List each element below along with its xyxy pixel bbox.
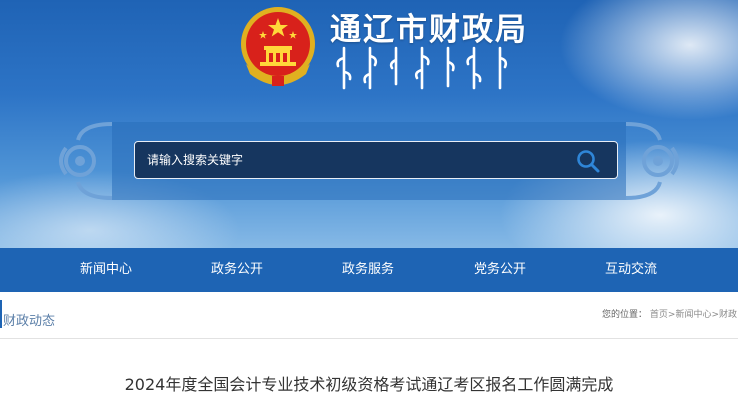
cloud-ornament-right-icon [625, 122, 679, 200]
article-title: 2024年度全国会计专业技术初级资格考试通辽考区报名工作圆满完成 [124, 375, 614, 394]
section-bar: 财政动态 您的位置： 首页>新闻中心>财政 [0, 292, 738, 339]
breadcrumb: 您的位置： 首页>新闻中心>财政 [602, 307, 737, 320]
search-input[interactable] [135, 142, 555, 178]
cloud-ornament-left-icon [59, 122, 113, 200]
nav-item-party-affairs[interactable]: 党务公开 [474, 248, 526, 292]
section-title: 财政动态 [3, 314, 56, 329]
section-accent [0, 300, 2, 328]
site-title: 通辽市财政局 [330, 12, 528, 48]
nav-item-gov-affairs[interactable]: 政务公开 [211, 248, 263, 292]
nav-item-news[interactable]: 新闻中心 [80, 248, 132, 292]
location-label: 您的位置： [602, 310, 648, 320]
mongolian-script-title [336, 46, 508, 90]
national-emblem-icon [241, 7, 315, 86]
site-header: 通辽市财政局 [0, 0, 738, 248]
breadcrumb-separator: > [711, 310, 720, 320]
search-icon[interactable] [575, 148, 601, 174]
nav-item-interaction[interactable]: 互动交流 [605, 248, 657, 292]
main-nav: 新闻中心 政务公开 政务服务 党务公开 互动交流 [0, 248, 738, 292]
breadcrumb-finance[interactable]: 财政 [719, 310, 737, 320]
breadcrumb-news[interactable]: 新闻中心 [675, 310, 711, 320]
header-cloud [560, 0, 738, 120]
search-box [134, 141, 618, 179]
nav-item-gov-services[interactable]: 政务服务 [342, 248, 394, 292]
breadcrumb-home[interactable]: 首页 [650, 310, 668, 320]
